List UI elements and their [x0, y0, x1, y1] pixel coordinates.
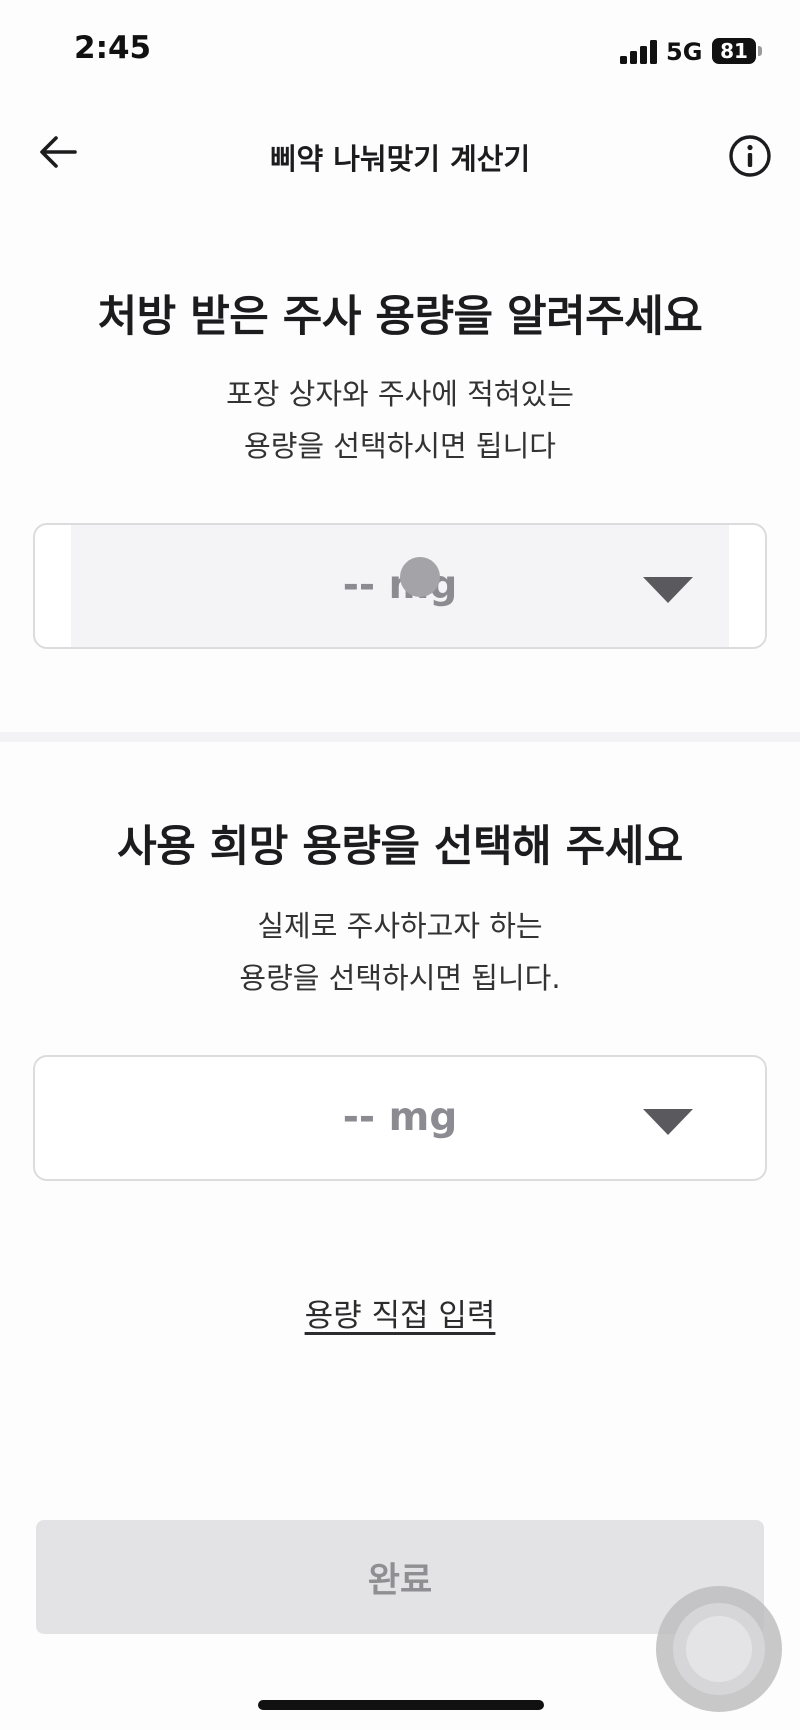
status-bar: 2:45 5G 81: [0, 0, 800, 100]
done-button[interactable]: 완료: [36, 1520, 764, 1634]
assistive-touch-core: [686, 1616, 752, 1682]
touch-indicator: [400, 557, 440, 597]
desired-dose-description-line1: 실제로 주사하고자 하는: [257, 909, 543, 943]
prescribed-dose-description-line2: 용량을 선택하시면 됩니다: [244, 429, 556, 463]
signal-icon: [620, 40, 658, 64]
assistive-touch-button[interactable]: [656, 1586, 782, 1712]
chevron-down-icon: [643, 1109, 693, 1135]
nav-bar: 삐약 나눠맞기 계산기: [0, 110, 800, 194]
battery-tip: [758, 46, 762, 56]
desired-dose-heading: 사용 희망 용량을 선택해 주세요: [117, 822, 683, 872]
chevron-down-icon: [643, 577, 693, 603]
prescribed-dose-description-line1: 포장 상자와 주사에 적혀있는: [226, 377, 574, 411]
desired-dose-select[interactable]: -- mg: [33, 1055, 767, 1181]
network-label: 5G: [666, 38, 703, 66]
page-title: 삐약 나눠맞기 계산기: [269, 142, 531, 176]
info-circle-icon: [729, 135, 771, 177]
desired-dose-description-line2: 용량을 선택하시면 됩니다.: [239, 961, 561, 995]
desired-dose-description: 실제로 주사하고자 하는 용량을 선택하시면 됩니다.: [0, 900, 800, 1004]
direct-input-link-row: 용량 직접 입력: [0, 1290, 800, 1335]
status-time: 2:45: [74, 30, 152, 66]
prescribed-dose-description: 포장 상자와 주사에 적혀있는 용량을 선택하시면 됩니다: [0, 368, 800, 472]
section-divider: [0, 732, 800, 742]
info-button[interactable]: [722, 128, 778, 184]
battery-icon: 81: [712, 38, 756, 64]
prescribed-dose-select[interactable]: -- mg: [33, 523, 767, 649]
prescribed-dose-heading: 처방 받은 주사 용량을 알려주세요: [97, 292, 703, 342]
calculator-screen: 2:45 5G 81 삐약 나눠맞기 계산기 처방 받은 주사 용량을 알려주세…: [0, 0, 800, 1730]
home-indicator[interactable]: [258, 1700, 544, 1710]
direct-input-link[interactable]: 용량 직접 입력: [305, 1298, 496, 1334]
